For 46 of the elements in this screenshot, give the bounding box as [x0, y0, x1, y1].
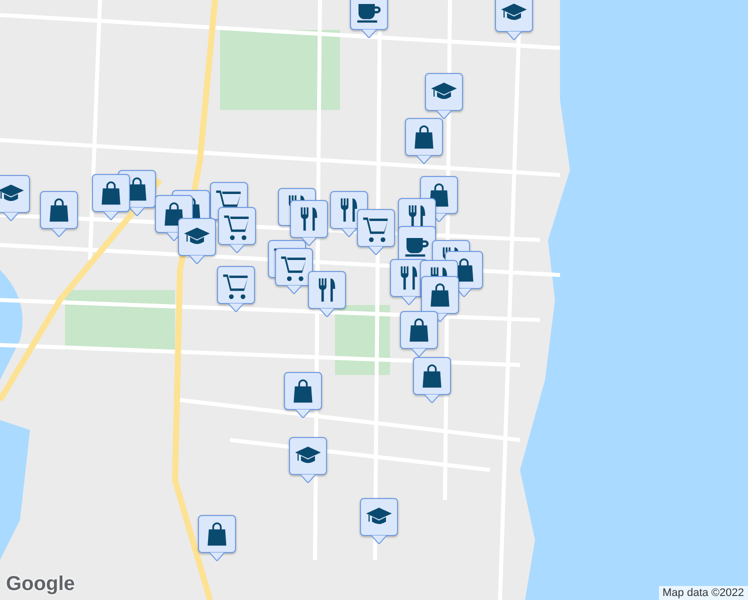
marker-pointer-icon: [401, 296, 417, 305]
marker-pointer-icon: [295, 409, 311, 418]
marker-pointer-icon: [341, 228, 357, 237]
marker-pointer-icon: [371, 535, 387, 544]
map-marker[interactable]: [217, 266, 255, 312]
marker-pointer-icon: [103, 211, 119, 220]
map-marker[interactable]: [413, 357, 451, 403]
map-marker[interactable]: [275, 248, 313, 294]
map-marker[interactable]: [92, 174, 130, 220]
marker-pointer-icon: [189, 255, 205, 264]
marker-pointer-icon: [229, 244, 245, 253]
marker-pointer-icon: [300, 474, 316, 483]
map-marker[interactable]: [284, 372, 322, 418]
marker-pointer-icon: [3, 212, 19, 221]
map-marker[interactable]: [495, 0, 533, 40]
map-marker[interactable]: [0, 175, 30, 221]
marker-pointer-icon: [361, 29, 377, 38]
map-marker[interactable]: [178, 218, 216, 264]
marker-pointer-icon: [286, 285, 302, 294]
map-attribution: Map data ©2022: [658, 586, 748, 600]
map-marker[interactable]: [421, 276, 459, 322]
map-marker[interactable]: [290, 200, 328, 246]
marker-pointer-icon: [51, 228, 67, 237]
marker-pointer-icon: [319, 308, 335, 317]
map-marker[interactable]: [218, 207, 256, 253]
marker-pointer-icon: [456, 288, 472, 297]
marker-pointer-icon: [436, 110, 452, 119]
map-marker[interactable]: [360, 498, 398, 544]
marker-pointer-icon: [506, 31, 522, 40]
marker-pointer-icon: [209, 552, 225, 561]
map-marker[interactable]: [198, 515, 236, 561]
marker-pointer-icon: [411, 348, 427, 357]
map-logo: Google: [6, 573, 75, 596]
map-marker[interactable]: [405, 118, 443, 164]
marker-pointer-icon: [228, 303, 244, 312]
map-marker[interactable]: [357, 209, 395, 255]
marker-pointer-icon: [368, 246, 384, 255]
map-marker[interactable]: [40, 191, 78, 237]
map-marker[interactable]: [350, 0, 388, 38]
marker-pointer-icon: [424, 394, 440, 403]
map-marker[interactable]: [289, 437, 327, 483]
map-marker[interactable]: [425, 73, 463, 119]
marker-pointer-icon: [416, 155, 432, 164]
map-marker[interactable]: [308, 271, 346, 317]
map-marker[interactable]: [400, 311, 438, 357]
marker-pointer-icon: [129, 207, 145, 216]
